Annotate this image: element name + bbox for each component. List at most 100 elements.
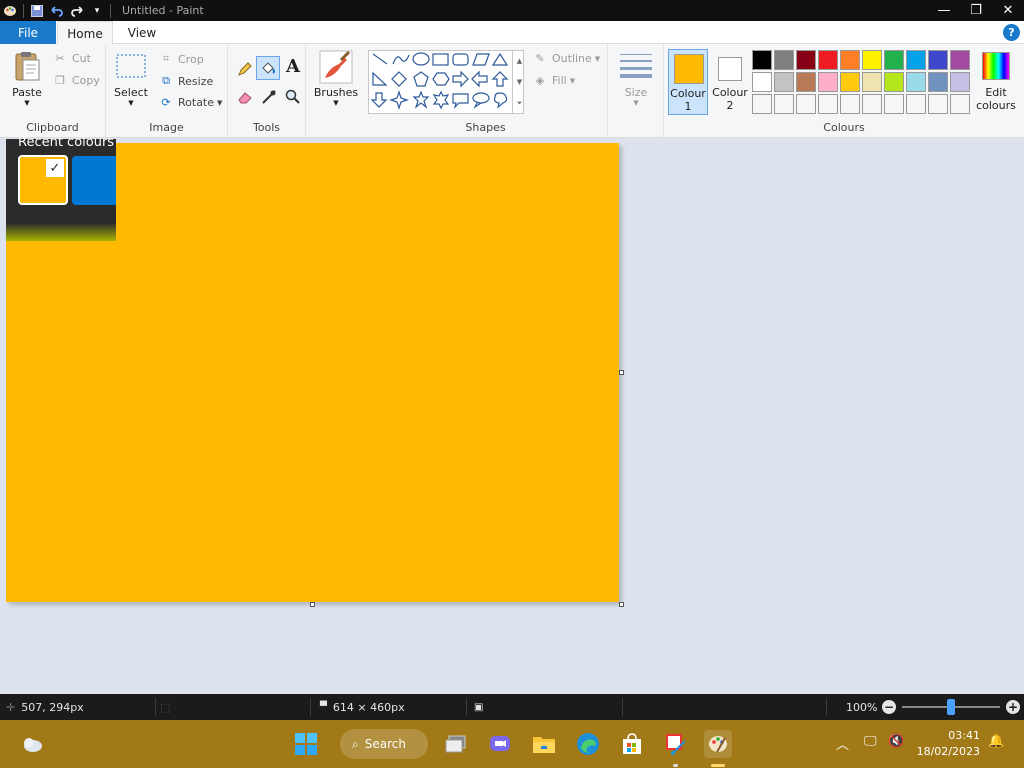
palette-swatch[interactable]: [906, 50, 926, 70]
select-button[interactable]: Select ▼: [112, 52, 150, 107]
tab-home[interactable]: Home: [57, 21, 113, 45]
palette-swatch[interactable]: [862, 94, 882, 114]
palette-swatch[interactable]: [818, 94, 838, 114]
weather-icon[interactable]: [18, 730, 46, 758]
palette-swatch[interactable]: [884, 72, 904, 92]
task-view-icon[interactable]: [442, 730, 470, 758]
palette-swatch[interactable]: [796, 72, 816, 92]
paste-button[interactable]: Paste ▼: [8, 50, 46, 107]
outline-button[interactable]: ✎ Outline ▼: [532, 52, 600, 65]
magnifier-icon[interactable]: [282, 86, 304, 108]
size-button[interactable]: Size ▼: [618, 52, 654, 107]
snipping-tool-icon[interactable]: [662, 730, 690, 758]
scissors-icon: ✂: [55, 52, 65, 65]
resize-button[interactable]: ⧉ Resize: [158, 74, 213, 88]
minimize-button[interactable]: —: [928, 0, 960, 21]
palette-swatch[interactable]: [818, 50, 838, 70]
tab-view[interactable]: View: [116, 21, 168, 44]
palette-swatch[interactable]: [774, 94, 794, 114]
palette-swatch[interactable]: [928, 50, 948, 70]
fill-label: Fill: [552, 74, 567, 87]
close-button[interactable]: ✕: [992, 0, 1024, 21]
palette-swatch[interactable]: [840, 94, 860, 114]
chevron-down-icon: ▼: [569, 76, 576, 85]
chevron-up-icon[interactable]: ▲: [517, 57, 522, 65]
palette-swatch[interactable]: [884, 94, 904, 114]
palette-swatch[interactable]: [950, 94, 970, 114]
paint-app-icon[interactable]: [0, 0, 20, 21]
shapes-scroll[interactable]: ▲ ▼ ⏷: [512, 50, 526, 114]
palette-swatch[interactable]: [774, 72, 794, 92]
show-hidden-icons-chevron[interactable]: ︿: [836, 734, 849, 753]
palette-swatch[interactable]: [950, 72, 970, 92]
copy-button[interactable]: ❐ Copy: [52, 74, 100, 87]
palette-swatch[interactable]: [928, 72, 948, 92]
restore-button[interactable]: ❐: [960, 0, 992, 21]
network-icon[interactable]: 🖵: [864, 734, 877, 749]
palette-swatch[interactable]: [906, 72, 926, 92]
palette-swatch[interactable]: [752, 94, 772, 114]
resize-handle-corner[interactable]: [619, 602, 624, 607]
rotate-button[interactable]: ⟳ Rotate ▼: [158, 96, 222, 109]
edge-browser-icon[interactable]: [574, 730, 602, 758]
palette-swatch[interactable]: [796, 94, 816, 114]
colour1-button[interactable]: Colour 1: [668, 49, 708, 115]
palette-swatch[interactable]: [752, 50, 772, 70]
palette-swatch[interactable]: [840, 72, 860, 92]
zoom-slider-thumb[interactable]: [947, 699, 955, 715]
brushes-button[interactable]: Brushes ▼: [314, 50, 358, 107]
expand-icon[interactable]: ⏷: [517, 99, 523, 108]
clock[interactable]: 03:41 18/02/2023: [917, 728, 980, 760]
palette-swatch[interactable]: [774, 50, 794, 70]
color-picker-icon[interactable]: [258, 86, 280, 108]
palette-swatch[interactable]: [840, 50, 860, 70]
palette-swatch[interactable]: [862, 72, 882, 92]
eraser-icon[interactable]: [234, 86, 256, 108]
crop-button[interactable]: ⌗ Crop: [158, 52, 204, 66]
help-button[interactable]: ?: [1003, 24, 1020, 41]
group-image: Select ▼ ⌗ Crop ⧉ Resize ⟳ Rotate ▼ Imag…: [106, 44, 228, 138]
zoom-in-button[interactable]: +: [1006, 700, 1020, 714]
undo-icon[interactable]: [47, 0, 67, 21]
palette-swatch[interactable]: [796, 50, 816, 70]
notifications-icon[interactable]: 🔔: [988, 734, 1004, 749]
select-icon: [116, 54, 146, 78]
recent-colour-1[interactable]: ✓: [18, 155, 68, 205]
canvas-size-text: 614 × 460px: [332, 700, 405, 714]
teams-chat-icon[interactable]: [486, 730, 514, 758]
edit-colours-button[interactable]: Edit colours: [974, 50, 1018, 116]
save-icon[interactable]: [27, 0, 47, 21]
palette-swatch[interactable]: [928, 94, 948, 114]
resize-handle-bottom[interactable]: [310, 602, 315, 607]
resize-handle-right[interactable]: [619, 370, 624, 375]
edit-colours-label: Edit: [985, 86, 1007, 99]
chevron-down-icon[interactable]: ▼: [517, 78, 522, 86]
recent-colour-2[interactable]: [72, 156, 116, 205]
microsoft-store-icon[interactable]: [618, 730, 646, 758]
paint-taskbar-icon[interactable]: [704, 730, 732, 758]
tab-file[interactable]: File: [0, 21, 56, 44]
palette-swatch[interactable]: [818, 72, 838, 92]
check-icon: ✓: [46, 159, 64, 177]
search-icon: ⌕: [352, 736, 359, 751]
taskbar-search[interactable]: ⌕ Search: [340, 729, 428, 759]
fill-bucket-icon[interactable]: [256, 56, 280, 80]
cursor-position: ✛ 507, 294px: [6, 694, 84, 720]
customize-quick-access-icon[interactable]: ▾: [87, 0, 107, 21]
palette-swatch[interactable]: [906, 94, 926, 114]
group-brushes[interactable]: Brushes ▼: [306, 44, 364, 138]
file-explorer-icon[interactable]: [530, 730, 558, 758]
pencil-icon[interactable]: [234, 58, 256, 80]
text-tool-icon[interactable]: A: [282, 56, 304, 80]
cut-button[interactable]: ✂ Cut: [52, 52, 91, 65]
palette-swatch[interactable]: [862, 50, 882, 70]
volume-muted-icon[interactable]: 🔇: [888, 734, 904, 749]
palette-swatch[interactable]: [950, 50, 970, 70]
start-icon[interactable]: [292, 730, 320, 758]
zoom-out-button[interactable]: −: [882, 700, 896, 714]
colour2-button[interactable]: Colour 2: [710, 49, 750, 115]
redo-icon[interactable]: [67, 0, 87, 21]
palette-swatch[interactable]: [884, 50, 904, 70]
palette-swatch[interactable]: [752, 72, 772, 92]
fill-button[interactable]: ◈ Fill ▼: [532, 74, 575, 87]
